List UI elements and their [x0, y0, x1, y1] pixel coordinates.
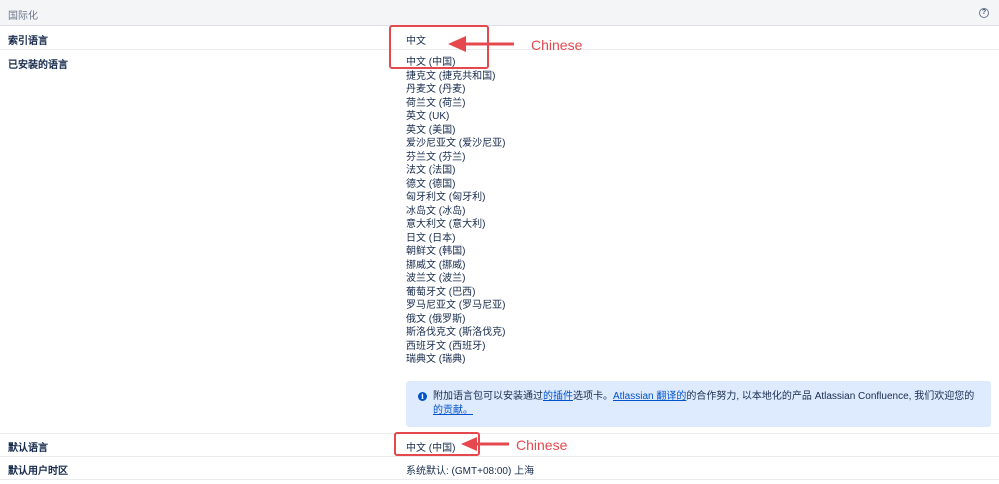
default-timezone-value: 系统默认: (GMT+08:00) 上海 — [406, 466, 535, 477]
row-divider — [0, 456, 999, 457]
language-item: 朝鲜文 (韩国) — [406, 246, 466, 257]
language-item: 俄文 (俄罗斯) — [406, 313, 466, 325]
atlassian-translate-link[interactable]: Atlassian 翻译的 — [613, 391, 686, 402]
contribution-link[interactable]: 的贡献。 — [433, 405, 473, 416]
language-item: 冰岛文 (冰岛) — [406, 205, 466, 217]
annotation-arrow-icon — [448, 36, 514, 52]
language-item: 荷兰文 (荷兰) — [406, 97, 466, 109]
language-item: 丹麦文 (丹麦) — [406, 84, 466, 95]
language-item: 日文 (日本) — [406, 232, 456, 244]
language-item: 罗马尼亚文 (罗马尼亚) — [406, 300, 506, 311]
language-item: 西班牙文 (西班牙) — [406, 340, 486, 352]
annotation-label: Chinese — [516, 437, 568, 453]
info-icon: i — [418, 392, 427, 401]
index-language-label: 索引语言 — [8, 36, 48, 47]
language-item: 意大利文 (意大利) — [406, 219, 486, 230]
section-title: 国际化 — [8, 11, 38, 22]
language-item: 芬兰文 (芬兰) — [406, 151, 466, 163]
installed-languages-list: 中文 (中国) 捷克文 (捷克共和国) 丹麦文 (丹麦) 荷兰文 (荷兰) 英文 (UK… — [406, 56, 505, 367]
language-item: 挪威文 (挪威) — [406, 259, 466, 271]
info-text-part: 的合作努力, 以本地化的产品 Atlassian Confluence, 我们欢… — [686, 391, 975, 402]
language-item: 匈牙利文 (匈牙利) — [406, 192, 486, 203]
language-item: 英文 (UK) — [406, 111, 450, 122]
language-item: 爱沙尼亚文 (爱沙尼亚) — [406, 138, 506, 149]
info-text-part: 附加语言包可以安装通过 — [433, 391, 543, 402]
installed-languages-label: 已安装的语言 — [8, 60, 68, 71]
language-item: 英文 (美国) — [406, 124, 456, 136]
section-header: 国际化 ? — [0, 0, 999, 26]
language-item: 葡萄牙文 (巴西) — [406, 286, 476, 298]
annotation-arrow-icon — [461, 437, 509, 451]
info-message: i 附加语言包可以安装通过的插件选项卡。Atlassian 翻译的的合作努力, … — [406, 381, 991, 427]
language-item: 瑞典文 (瑞典) — [406, 354, 466, 365]
info-text-part: 选项卡。 — [573, 391, 613, 402]
default-timezone-label: 默认用户时区 — [8, 466, 68, 477]
help-icon[interactable]: ? — [979, 8, 989, 18]
info-text: 附加语言包可以安装通过的插件选项卡。Atlassian 翻译的的合作努力, 以本… — [433, 390, 978, 418]
language-item: 斯洛伐克文 (斯洛伐克) — [406, 327, 506, 338]
plugins-link[interactable]: 的插件 — [543, 391, 573, 402]
row-divider — [0, 479, 999, 480]
default-language-label: 默认语言 — [8, 443, 48, 454]
annotation-label: Chinese — [531, 37, 583, 53]
language-item: 德文 (德国) — [406, 178, 456, 190]
language-item: 法文 (法国) — [406, 165, 456, 176]
language-item: 波兰文 (波兰) — [406, 273, 466, 284]
language-item: 捷克文 (捷克共和国) — [406, 70, 496, 82]
